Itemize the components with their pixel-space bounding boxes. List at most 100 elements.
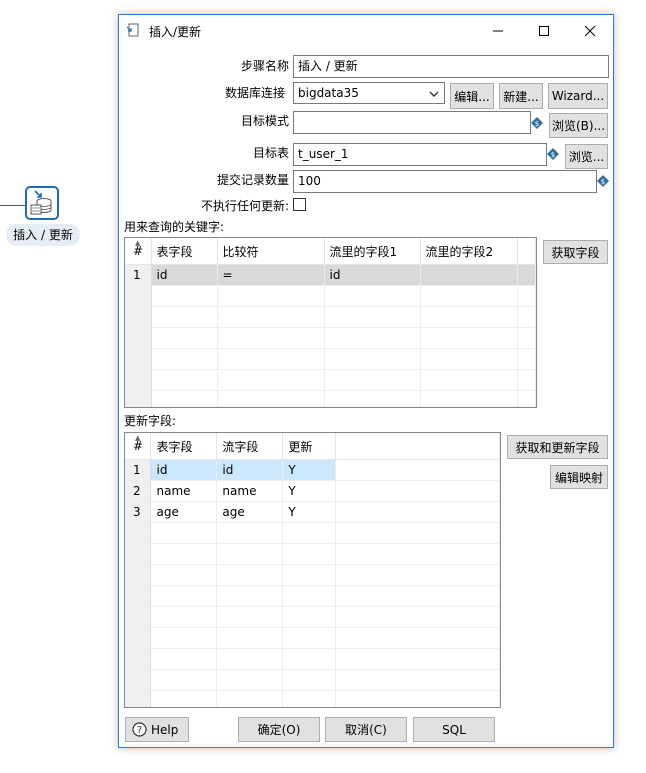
get-fields-button[interactable]: 获取字段 (543, 240, 608, 264)
table-cell[interactable] (150, 522, 218, 544)
table-cell[interactable]: age (216, 501, 284, 523)
table-cell[interactable]: id (151, 264, 218, 286)
browse-schema-button[interactable]: 浏览(B)... (549, 113, 608, 138)
table-cell[interactable] (282, 543, 337, 565)
table-cell[interactable] (420, 285, 518, 307)
table-row[interactable]: 1 id = id (125, 264, 536, 286)
table-cell[interactable] (282, 522, 337, 544)
commit-size-input[interactable]: 100 (293, 170, 597, 193)
table-cell[interactable] (282, 606, 337, 628)
table-cell[interactable] (217, 306, 325, 328)
cancel-button[interactable]: 取消(C) (325, 717, 407, 742)
table-cell[interactable] (151, 348, 218, 370)
empty-row[interactable] (125, 390, 536, 407)
table-cell[interactable] (217, 285, 325, 307)
table-cell[interactable]: = (217, 264, 325, 286)
table-cell[interactable] (282, 648, 337, 670)
step-name-input[interactable]: 插入 / 更新 (293, 55, 609, 78)
empty-row[interactable] (125, 690, 500, 707)
help-button[interactable]: ? Help (125, 717, 189, 742)
table-cell[interactable] (420, 390, 518, 407)
table-cell[interactable]: id (216, 459, 284, 481)
empty-row[interactable] (125, 606, 500, 628)
table-cell[interactable] (216, 522, 284, 544)
insert-update-step-node[interactable] (25, 186, 59, 220)
table-cell[interactable]: Y (282, 480, 337, 502)
table-cell[interactable] (151, 369, 218, 391)
column-header[interactable]: 比较符 (217, 238, 325, 265)
column-header[interactable]: 更新 (282, 433, 337, 460)
empty-row[interactable] (125, 327, 536, 349)
table-cell[interactable] (324, 348, 421, 370)
empty-row[interactable] (125, 285, 536, 307)
table-cell[interactable] (324, 369, 421, 391)
column-header[interactable]: 流里的字段2 (420, 238, 518, 265)
table-cell[interactable] (217, 348, 325, 370)
table-cell[interactable] (282, 564, 337, 586)
target-table-input[interactable]: t_user_1 (293, 143, 547, 166)
table-cell[interactable] (420, 327, 518, 349)
sql-button[interactable]: SQL (413, 717, 495, 742)
table-cell[interactable] (150, 543, 218, 565)
table-cell[interactable] (420, 306, 518, 328)
table-cell[interactable] (150, 669, 218, 691)
table-cell[interactable] (324, 285, 421, 307)
table-cell[interactable] (282, 585, 337, 607)
table-cell[interactable] (216, 669, 284, 691)
table-cell[interactable] (282, 690, 337, 707)
ok-button[interactable]: 确定(O) (238, 717, 320, 742)
empty-row[interactable] (125, 627, 500, 649)
table-cell[interactable]: name (216, 480, 284, 502)
table-cell[interactable] (150, 627, 218, 649)
wizard-button[interactable]: Wizard... (548, 83, 608, 109)
table-cell[interactable] (216, 564, 284, 586)
table-cell[interactable] (151, 306, 218, 328)
table-cell[interactable] (150, 606, 218, 628)
table-cell[interactable]: age (150, 501, 218, 523)
close-button[interactable] (567, 15, 613, 46)
maximize-button[interactable] (521, 15, 567, 46)
table-cell[interactable] (151, 327, 218, 349)
table-cell[interactable]: id (324, 264, 421, 286)
table-cell[interactable] (217, 369, 325, 391)
table-cell[interactable] (217, 327, 325, 349)
table-cell[interactable]: Y (282, 459, 337, 481)
table-cell[interactable] (151, 390, 218, 407)
column-header[interactable]: 流字段 (216, 433, 284, 460)
empty-row[interactable] (125, 648, 500, 670)
table-cell[interactable] (216, 585, 284, 607)
column-header[interactable]: 表字段 (150, 433, 218, 460)
table-cell[interactable] (324, 306, 421, 328)
table-cell[interactable] (420, 369, 518, 391)
empty-row[interactable] (125, 369, 536, 391)
new-connection-button[interactable]: 新建... (499, 83, 543, 109)
edit-connection-button[interactable]: 编辑... (450, 83, 494, 109)
table-cell[interactable] (150, 690, 218, 707)
table-cell[interactable] (150, 648, 218, 670)
browse-table-button[interactable]: 浏览... (565, 144, 608, 169)
edit-mapping-button[interactable]: 编辑映射 (550, 465, 608, 489)
empty-row[interactable] (125, 306, 536, 328)
column-header[interactable]: ▲ # (125, 238, 152, 265)
table-cell[interactable] (216, 543, 284, 565)
db-connection-select[interactable]: bigdata35 (293, 82, 445, 104)
table-cell[interactable] (150, 564, 218, 586)
table-cell[interactable] (420, 264, 518, 286)
empty-row[interactable] (125, 348, 536, 370)
no-update-checkbox[interactable] (293, 198, 306, 211)
table-cell[interactable] (216, 648, 284, 670)
empty-row[interactable] (125, 543, 500, 565)
table-cell[interactable] (151, 285, 218, 307)
table-cell[interactable] (324, 390, 421, 407)
table-cell[interactable] (420, 348, 518, 370)
target-schema-input[interactable] (293, 111, 531, 134)
empty-row[interactable] (125, 585, 500, 607)
column-header[interactable]: ▲ # (125, 433, 152, 460)
table-cell[interactable] (282, 627, 337, 649)
table-cell[interactable] (150, 585, 218, 607)
minimize-button[interactable] (475, 15, 521, 46)
empty-row[interactable] (125, 669, 500, 691)
empty-row[interactable] (125, 564, 500, 586)
column-header[interactable]: 表字段 (151, 238, 218, 265)
table-row[interactable]: 2 name name Y (125, 480, 500, 502)
